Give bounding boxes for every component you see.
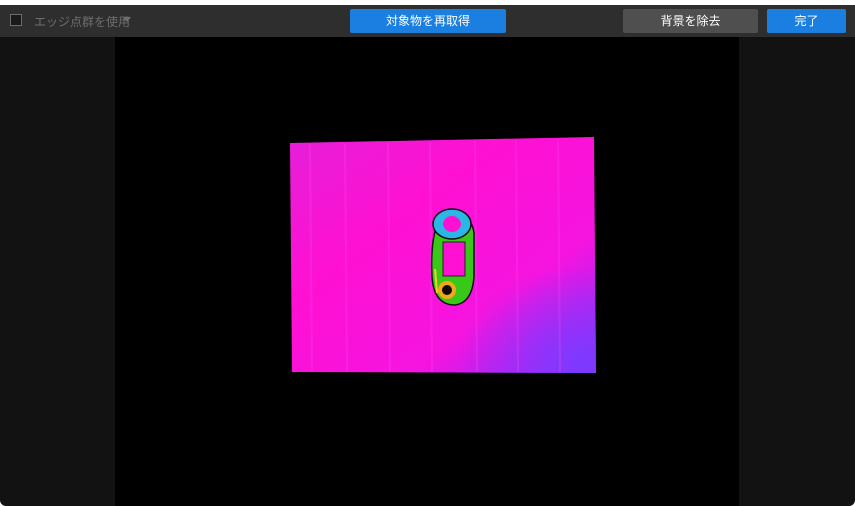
depth-scan-image	[290, 137, 596, 373]
target-object	[430, 208, 475, 306]
object-slot	[442, 241, 466, 277]
object-top-hole	[443, 216, 461, 232]
edge-points-label: エッジ点群を使用	[34, 15, 131, 29]
done-button[interactable]: 完了	[767, 9, 846, 33]
reacquire-object-button[interactable]: 対象物を再取得	[350, 9, 506, 33]
app-window: エッジ点群を使用 対象物を再取得 背景を除去 完了	[0, 5, 855, 506]
toolbar: エッジ点群を使用 対象物を再取得 背景を除去 完了	[0, 5, 855, 37]
remove-background-button[interactable]: 背景を除去	[623, 9, 758, 33]
chevron-down-icon[interactable]	[123, 17, 131, 22]
edge-points-checkbox[interactable]	[10, 14, 22, 26]
point-cloud-viewport[interactable]	[115, 37, 739, 506]
object-bottom-hole	[442, 285, 452, 295]
